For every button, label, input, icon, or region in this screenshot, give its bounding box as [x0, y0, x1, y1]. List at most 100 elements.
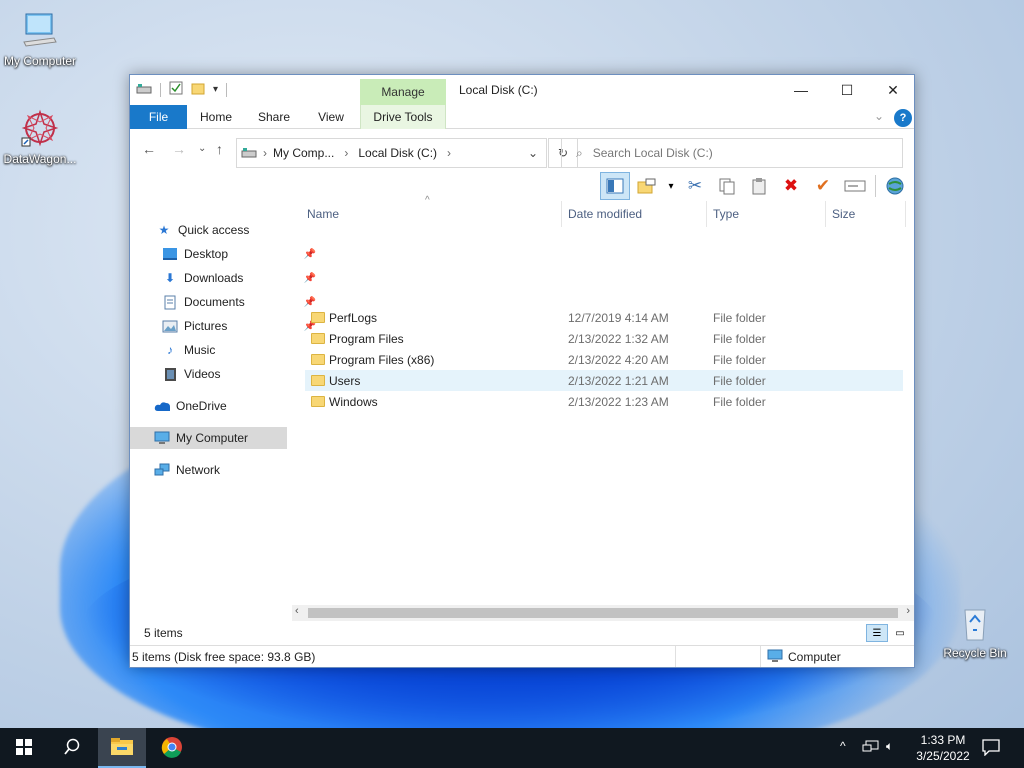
toolbar-separator: [160, 82, 161, 97]
back-arrow-icon[interactable]: ←: [142, 141, 156, 157]
breadcrumb-local-disk[interactable]: Local Disk (C:): [358, 146, 437, 160]
nav-label: Documents: [184, 295, 245, 309]
desktop-icon-recycle-bin[interactable]: Recycle Bin: [935, 602, 1015, 660]
details-view-icon[interactable]: ☰: [866, 624, 888, 642]
desktop-icon-my-computer[interactable]: My Computer: [0, 10, 80, 68]
tab-drive-tools[interactable]: Drive Tools: [360, 105, 446, 129]
nav-music[interactable]: ♪ Music: [162, 339, 320, 361]
file-date: 2/13/2022 1:32 AM: [568, 331, 669, 346]
minimize-button[interactable]: —: [778, 75, 824, 105]
nav-onedrive[interactable]: OneDrive: [154, 395, 312, 417]
help-icon[interactable]: ?: [894, 109, 912, 127]
chrome-icon: [161, 736, 183, 761]
search-box[interactable]: ⌕ Search Local Disk (C:): [561, 138, 903, 168]
computer-icon: [767, 649, 783, 666]
properties-icon[interactable]: [169, 81, 183, 98]
windows-logo-icon: [16, 738, 32, 758]
scroll-right-icon[interactable]: ›: [906, 605, 910, 617]
search-button[interactable]: [48, 728, 96, 768]
start-button[interactable]: [0, 728, 48, 768]
nav-quick-access[interactable]: ★ Quick access: [156, 219, 314, 241]
new-folder-icon[interactable]: [191, 81, 205, 98]
quick-access-toolbar: ▾: [136, 81, 228, 98]
nav-desktop[interactable]: Desktop 📌: [162, 243, 320, 265]
tab-home[interactable]: Home: [190, 105, 242, 129]
cut-icon[interactable]: ✂: [680, 172, 710, 200]
address-dropdown-icon[interactable]: ⌄: [528, 146, 538, 160]
nav-videos[interactable]: Videos: [162, 363, 320, 385]
film-icon: [162, 366, 178, 382]
column-separator[interactable]: [905, 201, 906, 227]
file-type: File folder: [713, 373, 766, 388]
tab-file[interactable]: File: [130, 105, 187, 129]
large-icons-view-icon[interactable]: ▭: [890, 624, 910, 642]
table-row[interactable]: Program Files 2/13/2022 1:32 AM File fol…: [305, 328, 903, 349]
table-row-hovered[interactable]: Users 2/13/2022 1:21 AM File folder: [305, 370, 903, 391]
table-row[interactable]: PerfLogs 12/7/2019 4:14 AM File folder: [305, 307, 903, 328]
folder-icon: [311, 333, 325, 344]
breadcrumb-my-computer[interactable]: My Comp...: [273, 146, 334, 160]
datawagon-logo-icon: [20, 108, 60, 148]
maximize-button[interactable]: ☐: [824, 75, 870, 105]
globe-icon[interactable]: [880, 172, 910, 200]
address-bar[interactable]: › My Comp... › Local Disk (C:) › ⌄: [236, 138, 547, 168]
expand-ribbon-icon[interactable]: ⌄: [874, 109, 884, 123]
breadcrumb-chevron-icon[interactable]: ›: [447, 146, 451, 160]
nav-my-computer[interactable]: My Computer: [130, 427, 287, 449]
drive-icon: [241, 146, 257, 161]
desktop-icon-datawagon[interactable]: DataWagon...: [0, 108, 80, 166]
file-type: File folder: [713, 331, 766, 346]
network-icon[interactable]: [862, 740, 880, 757]
nav-documents[interactable]: Documents 📌: [162, 291, 320, 313]
scroll-left-icon[interactable]: ‹: [295, 605, 299, 617]
tab-view[interactable]: View: [305, 105, 357, 129]
horizontal-scrollbar[interactable]: ‹ ›: [292, 605, 914, 621]
nav-downloads[interactable]: ⬇ Downloads 📌: [162, 267, 320, 289]
nav-label: My Computer: [176, 431, 249, 445]
copy-icon[interactable]: [712, 172, 742, 200]
up-arrow-icon[interactable]: ↑: [216, 141, 223, 157]
command-toolbar: ▾ ✂ ✖ ✔: [600, 171, 910, 201]
column-header-type[interactable]: Type: [713, 207, 739, 221]
table-row[interactable]: Program Files (x86) 2/13/2022 4:20 AM Fi…: [305, 349, 903, 370]
column-separator[interactable]: [561, 201, 562, 227]
select-icon[interactable]: ✔: [808, 172, 838, 200]
delete-icon[interactable]: ✖: [776, 172, 806, 200]
status-location: Computer: [788, 650, 841, 664]
column-separator[interactable]: [825, 201, 826, 227]
taskbar-file-explorer[interactable]: [98, 728, 146, 768]
notifications-icon[interactable]: [982, 738, 1000, 759]
column-separator[interactable]: [706, 201, 707, 227]
column-header-date[interactable]: Date modified: [568, 207, 642, 221]
new-folder-menu-icon[interactable]: [632, 172, 662, 200]
new-item-dropdown-icon[interactable]: ▾: [664, 172, 678, 200]
scrollbar-thumb[interactable]: [308, 608, 898, 618]
forward-arrow-icon[interactable]: →: [172, 141, 186, 157]
column-header-size[interactable]: Size: [832, 207, 855, 221]
preview-pane-icon[interactable]: [600, 172, 630, 200]
tab-share[interactable]: Share: [248, 105, 300, 129]
customize-qat-icon[interactable]: ▾: [213, 84, 218, 95]
show-hidden-icons-chevron-icon[interactable]: ^: [840, 739, 846, 753]
nav-network[interactable]: Network: [154, 459, 312, 481]
breadcrumb-chevron-icon[interactable]: ›: [263, 146, 267, 160]
volume-icon[interactable]: 🔈︎: [886, 739, 893, 754]
clock[interactable]: 1:33 PM 3/25/2022: [912, 732, 974, 764]
file-name: PerfLogs: [329, 310, 378, 325]
table-row[interactable]: Windows 2/13/2022 1:23 AM File folder: [305, 391, 903, 412]
nav-label: OneDrive: [176, 399, 227, 413]
column-header-name[interactable]: Name: [307, 207, 339, 221]
nav-pictures[interactable]: Pictures 📌: [162, 315, 320, 337]
rename-icon[interactable]: [840, 172, 870, 200]
close-icon: ✕: [887, 81, 899, 98]
documents-icon: [162, 294, 178, 310]
file-date: 2/13/2022 4:20 AM: [568, 352, 669, 367]
close-button[interactable]: ✕: [870, 75, 916, 105]
nav-label: Network: [176, 463, 221, 477]
breadcrumb-chevron-icon[interactable]: ›: [344, 146, 348, 160]
recent-locations-icon[interactable]: ⌄: [198, 143, 206, 154]
paste-icon[interactable]: [744, 172, 774, 200]
nav-label: Desktop: [184, 247, 229, 261]
taskbar-chrome[interactable]: [148, 728, 196, 768]
pictures-icon: [162, 318, 178, 334]
